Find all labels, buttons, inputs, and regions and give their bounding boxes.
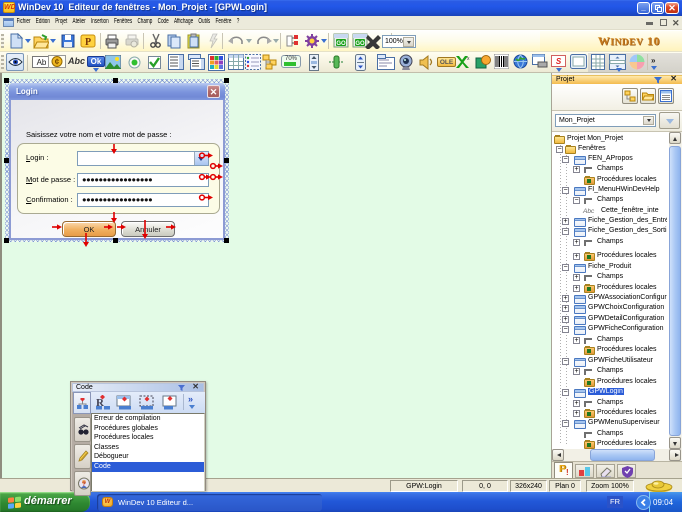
svg-text:GO: GO xyxy=(336,41,346,47)
svg-text:GO: GO xyxy=(355,41,365,47)
svg-text:P: P xyxy=(85,37,91,48)
svg-text:?: ? xyxy=(82,482,86,488)
svg-text:¢: ¢ xyxy=(55,58,60,67)
svg-text:x: x xyxy=(467,56,470,62)
